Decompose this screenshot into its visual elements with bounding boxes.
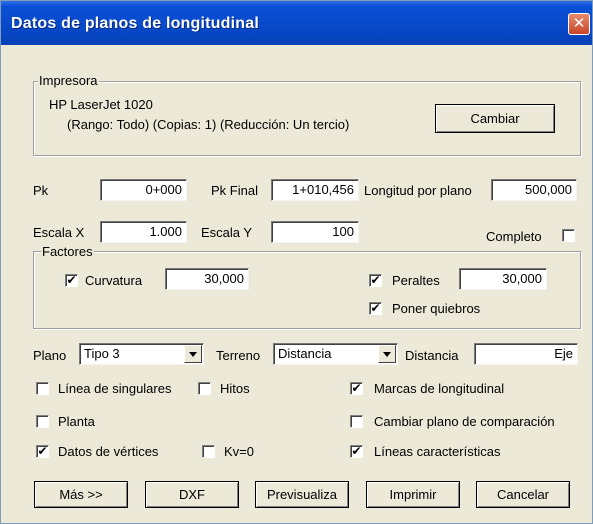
plano-select-value: Tipo 3 bbox=[84, 346, 120, 361]
quiebros-checkbox[interactable]: ✔ bbox=[369, 302, 382, 315]
kv0-label: Kv=0 bbox=[224, 444, 254, 459]
print-button[interactable]: Imprimir bbox=[366, 481, 460, 508]
window-title: Datos de planos de longitudinal bbox=[11, 15, 259, 32]
completo-checkbox[interactable] bbox=[562, 229, 575, 242]
curvatura-checkbox[interactable]: ✔ bbox=[65, 274, 78, 287]
dxf-button[interactable]: DXF bbox=[145, 481, 239, 508]
caracteristicas-checkbox[interactable]: ✔ bbox=[350, 445, 363, 458]
curvatura-label: Curvatura bbox=[85, 273, 143, 288]
title-bar[interactable]: Datos de planos de longitudinal ✕ bbox=[1, 1, 592, 45]
marcas-label: Marcas de longitudinal bbox=[374, 381, 505, 396]
cancel-button[interactable]: Cancelar bbox=[476, 481, 570, 508]
completo-label: Completo bbox=[486, 229, 542, 244]
pk-input[interactable]: 0+000 bbox=[100, 179, 187, 201]
pk-final-input[interactable]: 1+010,456 bbox=[271, 179, 359, 201]
vertices-label: Datos de vértices bbox=[58, 444, 159, 459]
longitud-input[interactable]: 500,000 bbox=[491, 179, 577, 201]
distancia-input[interactable]: Eje bbox=[474, 343, 578, 365]
hitos-checkbox[interactable] bbox=[198, 382, 211, 395]
chevron-down-icon[interactable] bbox=[378, 345, 396, 363]
planta-label: Planta bbox=[58, 414, 95, 429]
close-icon[interactable]: ✕ bbox=[568, 13, 590, 35]
curvatura-input[interactable]: 30,000 bbox=[165, 268, 249, 290]
more-button[interactable]: Más >> bbox=[34, 481, 128, 508]
peraltes-label: Peraltes bbox=[392, 273, 440, 288]
terreno-select[interactable]: Distancia bbox=[273, 343, 398, 365]
longitud-label: Longitud por plano bbox=[364, 183, 472, 198]
change-printer-button[interactable]: Cambiar bbox=[435, 104, 555, 133]
chevron-down-icon[interactable] bbox=[184, 345, 202, 363]
dialog-window: Datos de planos de longitudinal ✕ Impres… bbox=[0, 0, 593, 524]
distancia-label: Distancia bbox=[405, 348, 459, 363]
singulares-label: Línea de singulares bbox=[58, 381, 172, 396]
hitos-label: Hitos bbox=[220, 381, 250, 396]
printer-name: HP LaserJet 1020 bbox=[49, 97, 153, 112]
terreno-select-value: Distancia bbox=[278, 346, 332, 361]
vertices-checkbox[interactable]: ✔ bbox=[36, 445, 49, 458]
peraltes-checkbox[interactable]: ✔ bbox=[369, 274, 382, 287]
factores-group bbox=[33, 251, 581, 329]
caracteristicas-label: Líneas características bbox=[374, 444, 501, 459]
terreno-label: Terreno bbox=[216, 348, 261, 363]
cambiar-plano-checkbox[interactable] bbox=[350, 415, 363, 428]
singulares-checkbox[interactable] bbox=[36, 382, 49, 395]
kv0-checkbox[interactable] bbox=[202, 445, 215, 458]
printer-details: (Rango: Todo) (Copias: 1) (Reducción: Un… bbox=[67, 117, 350, 132]
escala-x-label: Escala X bbox=[33, 225, 85, 240]
factores-legend: Factores bbox=[41, 244, 94, 259]
printer-legend: Impresora bbox=[38, 73, 99, 88]
preview-button[interactable]: Previsualiza bbox=[255, 481, 349, 508]
escala-x-input[interactable]: 1.000 bbox=[100, 221, 187, 243]
plano-label: Plano bbox=[33, 348, 67, 363]
cambiar-plano-label: Cambiar plano de comparación bbox=[374, 414, 555, 429]
plano-select[interactable]: Tipo 3 bbox=[79, 343, 204, 365]
quiebros-label: Poner quiebros bbox=[392, 301, 481, 316]
marcas-checkbox[interactable]: ✔ bbox=[350, 382, 363, 395]
pk-final-label: Pk Final bbox=[211, 183, 258, 198]
pk-label: Pk bbox=[33, 183, 49, 198]
escala-y-label: Escala Y bbox=[201, 225, 253, 240]
peraltes-input[interactable]: 30,000 bbox=[459, 268, 547, 290]
escala-y-input[interactable]: 100 bbox=[271, 221, 359, 243]
planta-checkbox[interactable] bbox=[36, 415, 49, 428]
